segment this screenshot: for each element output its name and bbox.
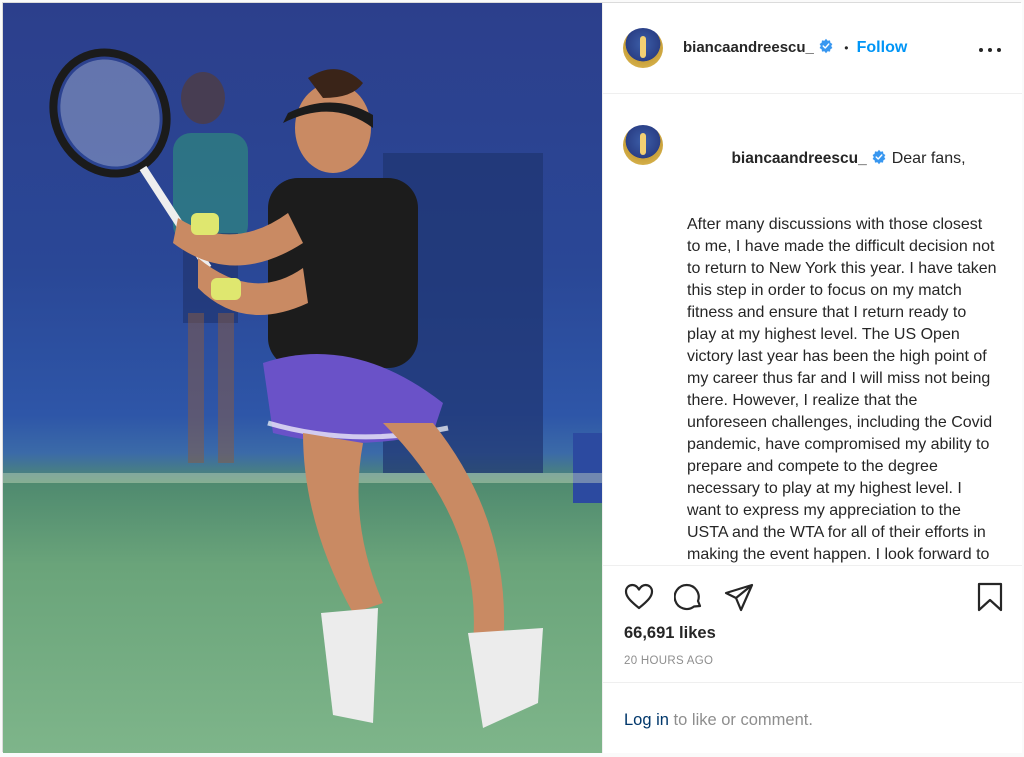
comment-icon[interactable] [674, 582, 704, 612]
likes-count[interactable]: 66,691 likes [624, 624, 716, 643]
post-sidebar: biancaandreescu_ • Follow biancaandreesc… [602, 3, 1022, 753]
tennis-player-illustration [3, 48, 602, 728]
share-icon[interactable] [724, 582, 754, 612]
follow-button[interactable]: Follow [857, 39, 908, 56]
avatar[interactable] [623, 125, 663, 165]
username-link[interactable]: biancaandreescu_ [683, 39, 814, 56]
header-user-row: biancaandreescu_ • Follow [683, 38, 907, 57]
login-prompt-text: Log in to like or comment. [624, 711, 813, 730]
post-caption: biancaandreescu_ Dear fans, After many d… [687, 126, 1001, 565]
verified-badge-icon [819, 38, 833, 54]
caption-username-link[interactable]: biancaandreescu_ [731, 150, 866, 167]
verified-badge-icon [872, 149, 886, 165]
post-header: biancaandreescu_ • Follow [603, 3, 1022, 94]
bookmark-icon[interactable] [975, 582, 1005, 612]
post-photo[interactable] [3, 3, 602, 753]
login-prompt: Log in to like or comment. [603, 682, 1022, 753]
post-container: biancaandreescu_ • Follow biancaandreesc… [2, 2, 1022, 753]
separator-dot: • [844, 41, 849, 55]
caption-body: After many discussions with those closes… [687, 216, 1001, 563]
action-bar [603, 566, 1022, 626]
avatar[interactable] [623, 28, 663, 68]
caption-greeting: Dear fans, [891, 150, 966, 167]
comments-section[interactable]: biancaandreescu_ Dear fans, After many d… [603, 94, 1022, 566]
login-suffix: to like or comment. [668, 711, 813, 729]
login-link[interactable]: Log in [624, 711, 669, 729]
post-timestamp[interactable]: 20 HOURS AGO [624, 655, 713, 667]
more-options-icon[interactable] [978, 39, 1002, 59]
heart-icon[interactable] [624, 582, 654, 612]
